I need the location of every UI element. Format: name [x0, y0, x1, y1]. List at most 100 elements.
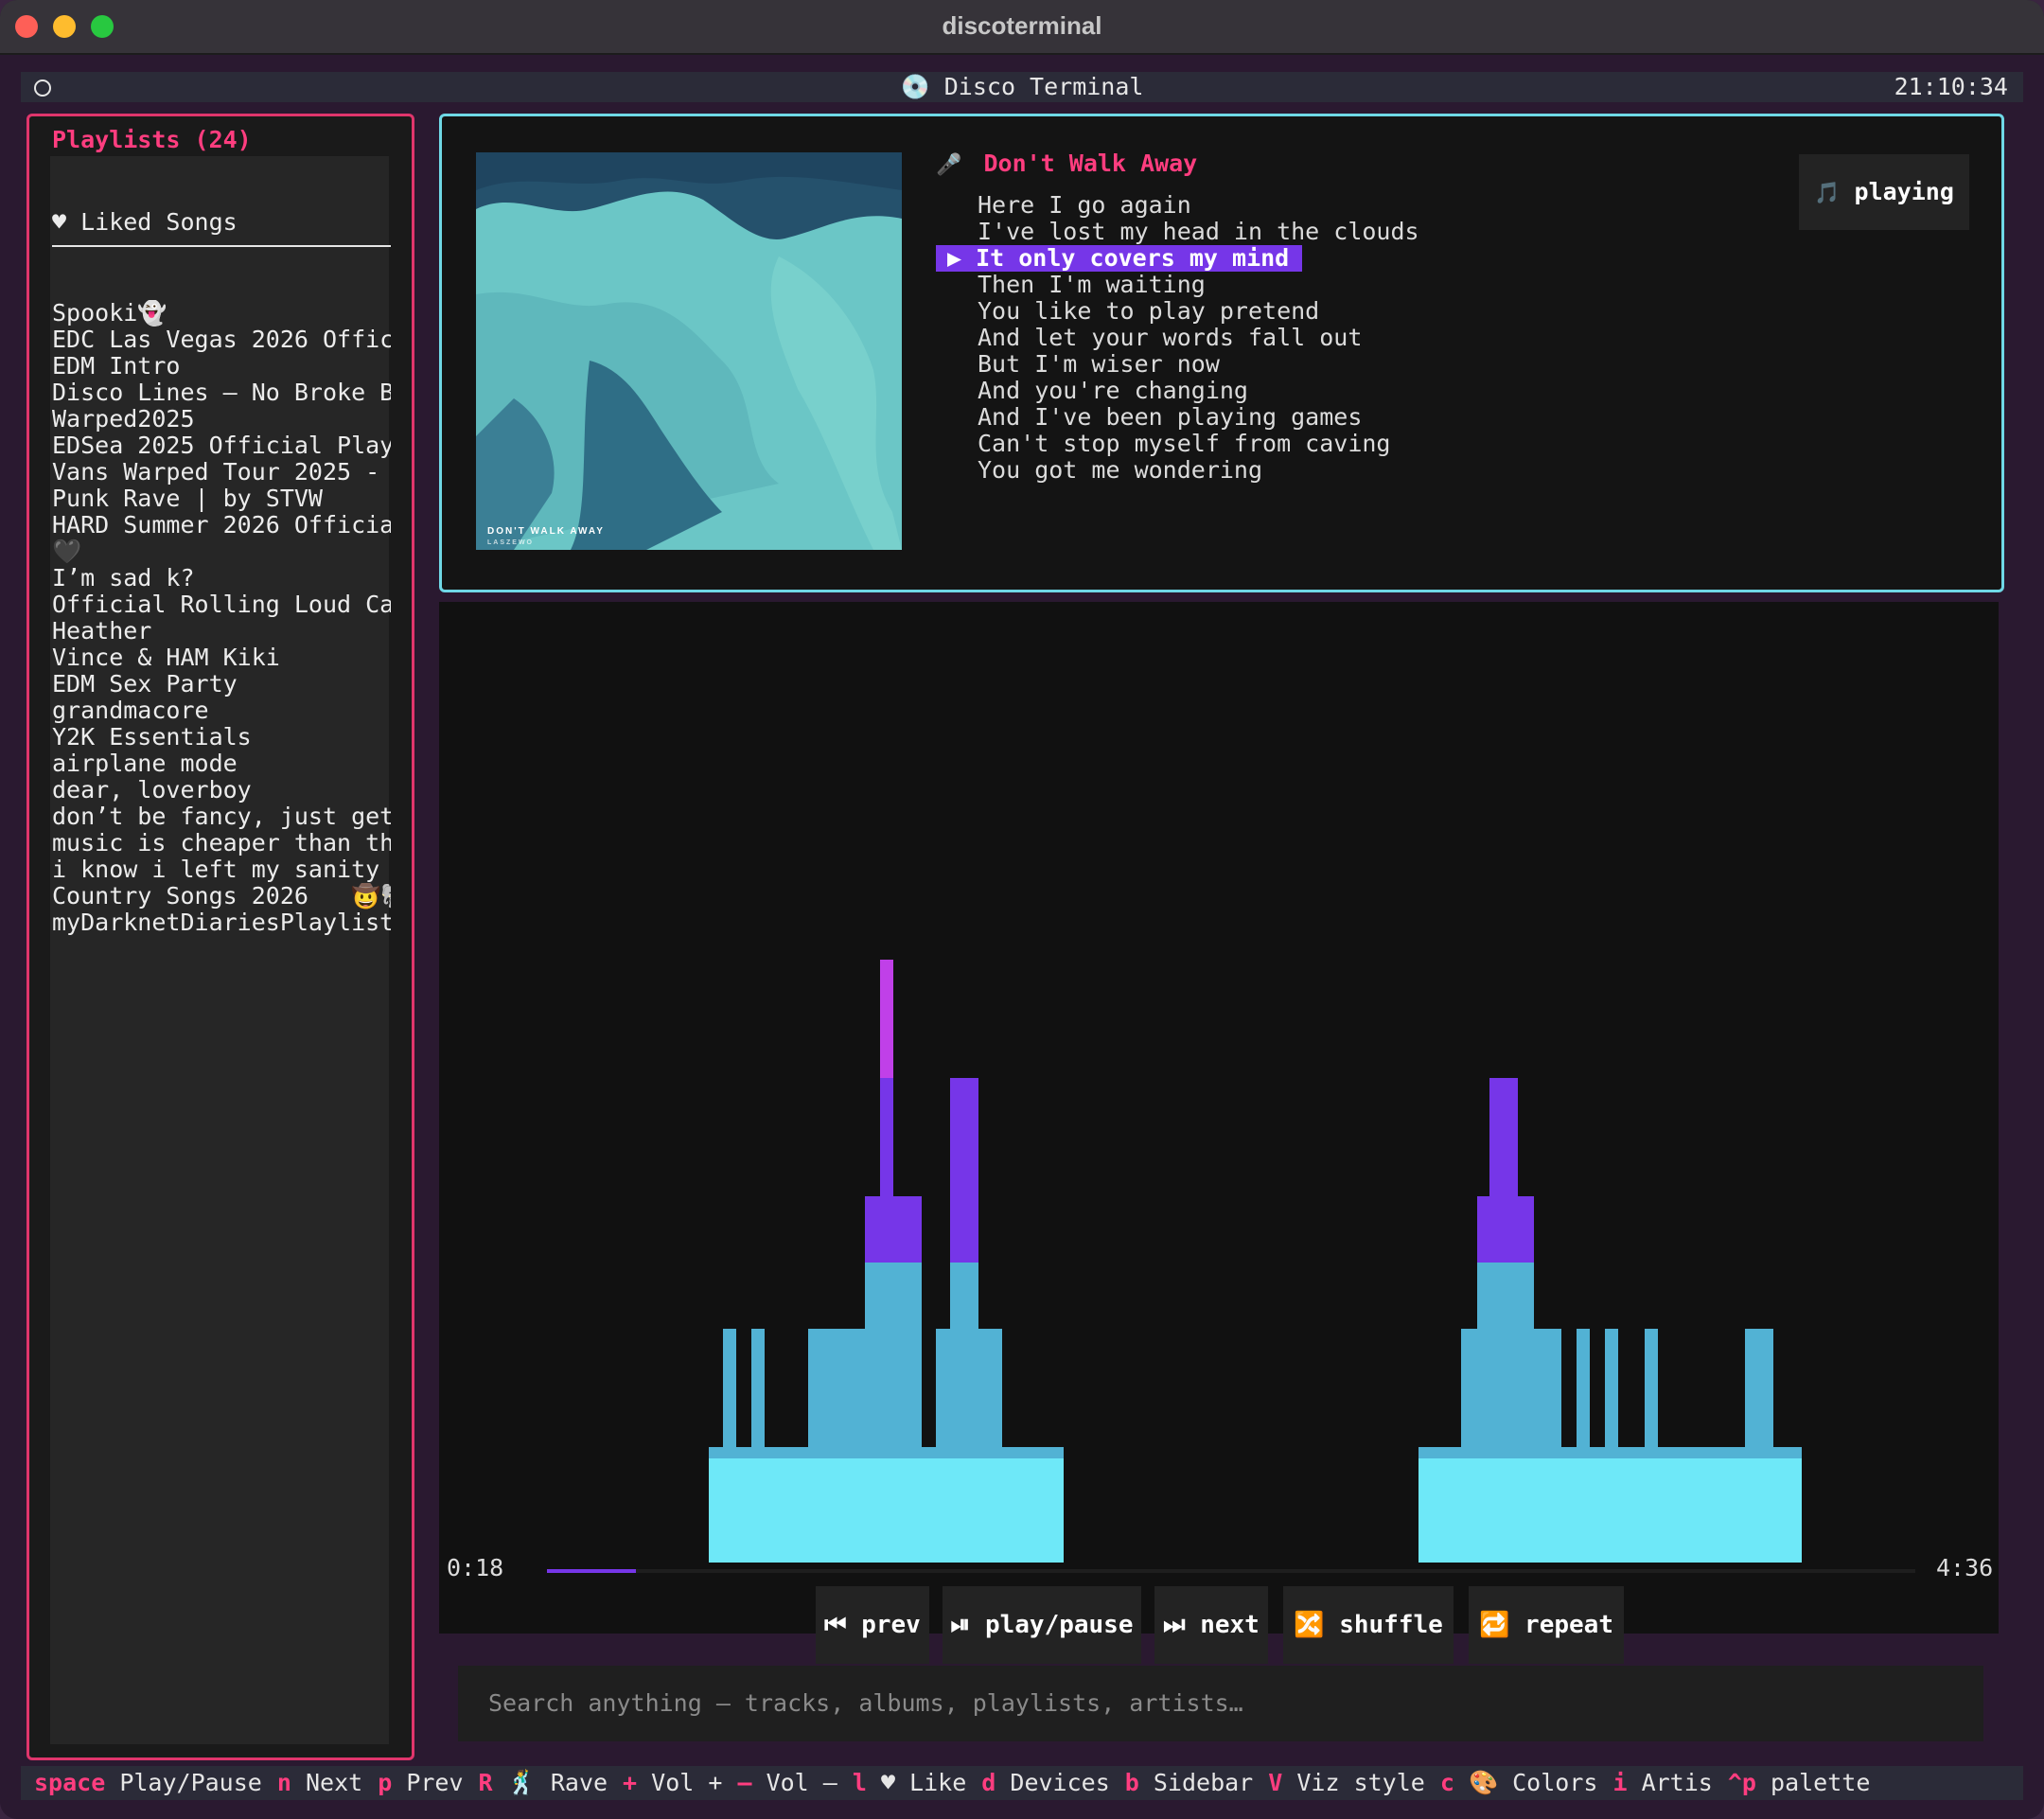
- repeat-button[interactable]: 🔁 repeat: [1469, 1586, 1624, 1664]
- playlist-item[interactable]: i know i left my sanity: [52, 857, 391, 883]
- shortcut-label: Vol +: [651, 1769, 723, 1796]
- playlist-item[interactable]: EDM Intro: [52, 353, 391, 380]
- shortcut-item: ^p palette: [1728, 1766, 1871, 1800]
- lyrics-list: Here I go again I've lost my head in the …: [936, 192, 1419, 484]
- visualizer-bar: [880, 1263, 893, 1447]
- shortcut-item: l ♥ Like: [853, 1766, 966, 1800]
- shortcut-label: ♥ Like: [880, 1769, 967, 1796]
- playlist-item[interactable]: airplane mode: [52, 751, 391, 777]
- playlist-item[interactable]: Vince & HAM Kiki: [52, 645, 391, 671]
- repeat-label: repeat: [1524, 1611, 1613, 1639]
- shuffle-icon: 🔀: [1294, 1611, 1325, 1639]
- search-input[interactable]: Search anything — tracks, albums, playli…: [458, 1666, 1983, 1741]
- lyric-line: Here I go again: [978, 191, 1191, 219]
- progress-bar[interactable]: [547, 1569, 1915, 1573]
- shortcut-key: space: [34, 1769, 106, 1796]
- playlist-item[interactable]: Punk Rave | by STVW: [52, 486, 391, 512]
- playlist-item[interactable]: EDC Las Vegas 2026 Offic: [52, 327, 391, 353]
- shortcut-label: Play/Pause: [119, 1769, 262, 1796]
- playlist-item[interactable]: Official Rolling Loud Ca: [52, 592, 391, 618]
- playlist-item[interactable]: music is cheaper than th: [52, 830, 391, 857]
- playlist-item[interactable]: Country Songs 2026 🤠🐘: [52, 883, 391, 910]
- album-art-artist: LASZEWO: [487, 539, 534, 546]
- skip-back-icon: ⏮: [824, 1611, 847, 1639]
- playlist-item[interactable]: grandmacore: [52, 698, 391, 724]
- playlist-item[interactable]: dear, loverboy: [52, 777, 391, 804]
- playlist-item[interactable]: Spooki👻: [52, 300, 391, 327]
- disc-icon: 💿: [900, 73, 944, 100]
- playlist-item[interactable]: don’t be fancy, just get: [52, 804, 391, 830]
- playlist-item[interactable]: Vans Warped Tour 2025 -: [52, 459, 391, 486]
- shortcut-label: Prev: [406, 1769, 464, 1796]
- lyric-line: But I'm wiser now: [978, 350, 1220, 378]
- app-window: discoterminal 💿 Disco Terminal 21:10:34 …: [0, 0, 2044, 1819]
- playlist-item[interactable]: Heather: [52, 618, 391, 645]
- shortcut-label: 🎨 Colors: [1468, 1769, 1598, 1796]
- shortcut-item: p Prev: [378, 1766, 463, 1800]
- shortcut-key: ^p: [1727, 1769, 1756, 1796]
- shortcut-item: space Play/Pause: [34, 1766, 262, 1800]
- playlist-item[interactable]: Disco Lines – No Broke B: [52, 380, 391, 406]
- shortcut-item: i Artis: [1612, 1766, 1712, 1800]
- lyric-line: And you're changing: [978, 377, 1248, 404]
- play-pause-button[interactable]: ⏯ play/pause: [943, 1586, 1141, 1664]
- total-time: 4:36: [1936, 1554, 1994, 1581]
- shortcut-item: d Devices: [981, 1766, 1109, 1800]
- audio-visualizer: [439, 602, 1999, 1634]
- playlist-item[interactable]: EDM Sex Party: [52, 671, 391, 698]
- app-title-text: Disco Terminal: [943, 73, 1144, 100]
- shortcut-item: + Vol +: [623, 1766, 722, 1800]
- prev-button[interactable]: ⏮ prev: [816, 1586, 929, 1664]
- playlist-item[interactable]: Warped2025: [52, 406, 391, 433]
- playlist-item[interactable]: EDSea 2025 Official Play: [52, 433, 391, 459]
- visualizer-bar: [1745, 1329, 1773, 1447]
- playlist-item[interactable]: myDarknetDiariesPlaylist: [52, 910, 391, 936]
- visualizer-bar: [1645, 1329, 1658, 1447]
- shortcut-key: n: [276, 1769, 291, 1796]
- next-button[interactable]: ⏭ next: [1154, 1586, 1268, 1664]
- shortcut-item: c 🎨 Colors: [1440, 1766, 1598, 1800]
- shortcut-key: b: [1124, 1769, 1139, 1796]
- microphone-icon: 🎤: [936, 153, 962, 177]
- shortcut-item: – Vol –: [737, 1766, 837, 1800]
- playlists-title: Playlists (24): [52, 126, 252, 153]
- playlist-item[interactable]: Y2K Essentials: [52, 724, 391, 751]
- now-playing-panel: DON'T WALK AWAY LASZEWO 🎤 Don't Walk Awa…: [439, 114, 2004, 592]
- lyric-line: You got me wondering: [978, 456, 1263, 484]
- liked-songs-item[interactable]: ♥ Liked Songs: [52, 209, 391, 247]
- shortcut-key: i: [1612, 1769, 1628, 1796]
- lyric-line: And let your words fall out: [978, 324, 1363, 351]
- visualizer-base-bar: [709, 1458, 1064, 1563]
- visualizer-base-edge: [709, 1447, 1064, 1458]
- play-pause-icon: ⏯: [950, 1611, 971, 1639]
- lyric-line: You like to play pretend: [978, 297, 1320, 325]
- progress-fill: [547, 1569, 636, 1573]
- clock: 21:10:34: [1894, 73, 2008, 100]
- playlist-list: ♥ Liked Songs Spooki👻 EDC Las Vegas 2026 …: [52, 156, 391, 936]
- song-title: Don't Walk Away: [983, 150, 1198, 177]
- shortcut-key: R: [478, 1769, 493, 1796]
- shortcut-key: c: [1439, 1769, 1454, 1796]
- playlist-item[interactable]: HARD Summer 2026 Officia: [52, 512, 391, 539]
- visualizer-bar: [1489, 1263, 1518, 1447]
- playback-status-badge[interactable]: 🎵 playing: [1799, 154, 1969, 230]
- shuffle-label: shuffle: [1339, 1611, 1443, 1639]
- playlist-item[interactable]: 🖤: [52, 539, 391, 565]
- lyric-line: And I've been playing games: [978, 403, 1363, 431]
- shuffle-button[interactable]: 🔀 shuffle: [1283, 1586, 1454, 1664]
- shortcut-label: Next: [305, 1769, 363, 1796]
- shortcut-key: V: [1268, 1769, 1283, 1796]
- repeat-icon: 🔁: [1479, 1611, 1510, 1639]
- lyric-line: Then I'm waiting: [978, 271, 1206, 298]
- window-title: discoterminal: [942, 11, 1102, 40]
- lyrics-panel: 🎤 Don't Walk Away Here I go again I've lo…: [936, 150, 1419, 484]
- visualizer-bar: [723, 1329, 736, 1447]
- shortcut-bar: space Play/Pause n Next p Prev R 🕺 Rave + Vo…: [21, 1766, 2023, 1800]
- shortcut-label: 🕺 Rave: [506, 1769, 608, 1796]
- shortcut-label: Viz style: [1296, 1769, 1425, 1796]
- visualizer-bar: [1605, 1329, 1618, 1447]
- playlist-item[interactable]: I’m sad k?: [52, 565, 391, 592]
- album-art-title: DON'T WALK AWAY: [487, 526, 605, 537]
- visualizer-bar-peak: [1489, 1078, 1518, 1263]
- shortcut-item: V Viz style: [1268, 1766, 1425, 1800]
